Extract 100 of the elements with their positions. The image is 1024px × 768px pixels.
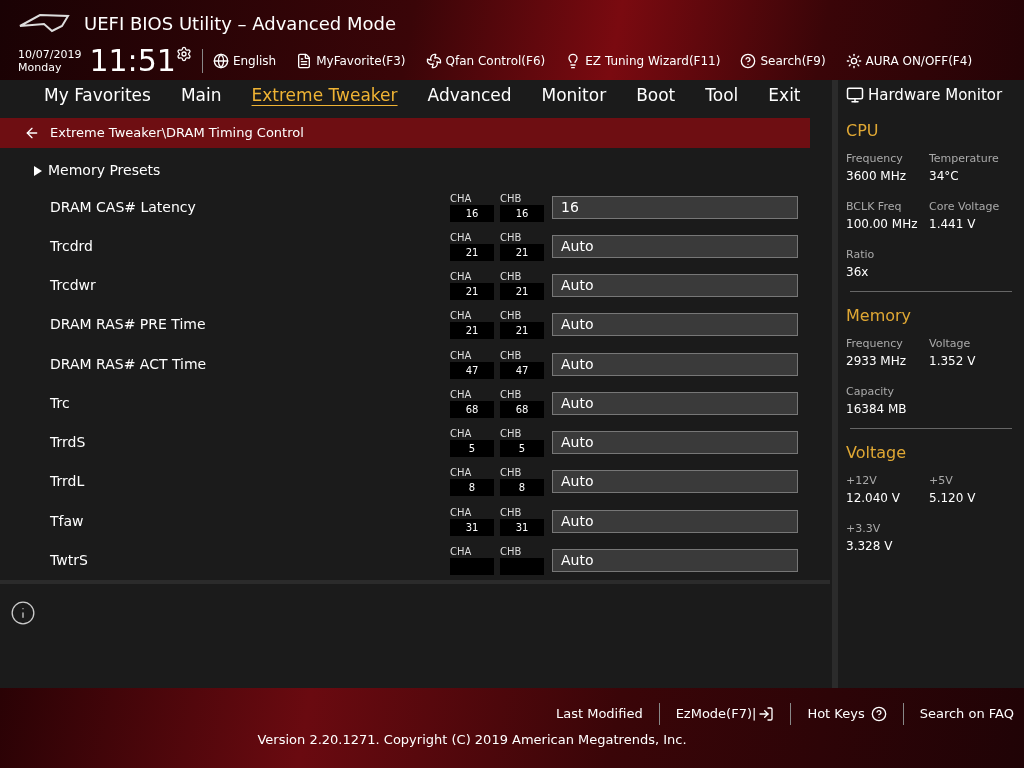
- setting-label[interactable]: DRAM RAS# PRE Time: [50, 314, 450, 336]
- chevron-icon: [34, 165, 42, 176]
- setting-label[interactable]: Tfaw: [50, 510, 450, 532]
- channel-label: CHA: [450, 388, 473, 401]
- channel-label: CHA: [450, 349, 473, 362]
- channel-value: 5: [450, 440, 494, 458]
- value-field[interactable]: Auto: [552, 274, 798, 298]
- setting-label[interactable]: DRAM RAS# ACT Time: [50, 353, 450, 375]
- stat-value: 3.328 V: [846, 537, 894, 555]
- channel-value: 5: [500, 440, 544, 458]
- toolbar-button[interactable]: English: [212, 52, 277, 70]
- stat-label: Voltage: [929, 335, 972, 352]
- footer-link[interactable]: Hot Keys: [807, 704, 887, 724]
- channel-label: CHB: [500, 310, 523, 323]
- footer-link[interactable]: Last Modified: [555, 704, 643, 724]
- channel-label: CHA: [450, 271, 473, 284]
- channel-value: 21: [500, 322, 544, 340]
- channel-value: 47: [450, 361, 494, 379]
- setting-label[interactable]: DRAM CAS# Latency: [50, 196, 450, 218]
- channel-label: CHA: [450, 310, 473, 323]
- channel-label: CHB: [500, 428, 523, 441]
- breadcrumb-text: Extreme Tweaker\DRAM Timing Control: [50, 124, 304, 143]
- toolbar-button[interactable]: Qfan Control(F6): [425, 52, 546, 70]
- clock-text: 11:51: [89, 46, 176, 76]
- toolbar-button[interactable]: Search(F9): [740, 52, 826, 70]
- channel-label: CHA: [450, 231, 473, 244]
- fan-icon: [425, 53, 442, 69]
- channel-label: CHB: [500, 271, 523, 284]
- setting-label[interactable]: TwtrS: [50, 549, 450, 571]
- value-field[interactable]: Auto: [552, 431, 798, 455]
- footer-link[interactable]: EzMode(F7)|: [675, 704, 775, 724]
- menu-tab[interactable]: Extreme Tweaker: [251, 83, 398, 109]
- date-text: 10/07/2019: [18, 48, 82, 61]
- info-icon: [10, 600, 36, 626]
- stat-label: Core Voltage: [929, 198, 1001, 215]
- channel-value: 21: [500, 283, 544, 301]
- back-icon[interactable]: [24, 125, 40, 141]
- setting-label[interactable]: TrrdS: [50, 432, 450, 454]
- stat-value: 1.441 V: [929, 215, 977, 233]
- value-field[interactable]: Auto: [552, 234, 798, 258]
- toolbar-button[interactable]: EZ Tuning Wizard(F11): [565, 52, 721, 70]
- stat-label: Temperature: [929, 150, 1000, 167]
- value-field[interactable]: Auto: [552, 470, 798, 494]
- globe-icon: [212, 53, 229, 69]
- settings-icon[interactable]: [175, 46, 192, 62]
- menu-tab[interactable]: Boot: [636, 83, 676, 109]
- channel-value: 31: [450, 518, 494, 536]
- value-field[interactable]: 16: [552, 195, 798, 219]
- submenu-item[interactable]: Memory Presets: [48, 160, 161, 182]
- value-field[interactable]: Auto: [552, 548, 798, 572]
- channel-label: CHA: [450, 467, 473, 480]
- value-field[interactable]: Auto: [552, 509, 798, 533]
- menu-tab[interactable]: My Favorites: [44, 83, 151, 109]
- footer-link[interactable]: Search on FAQ: [919, 704, 1014, 724]
- value-field[interactable]: Auto: [552, 313, 798, 337]
- stat-label: +3.3V: [846, 520, 882, 537]
- value-field[interactable]: Auto: [552, 352, 798, 376]
- channel-value: 68: [500, 400, 544, 418]
- channel-label: CHB: [500, 192, 523, 205]
- stat-value: 34°C: [929, 167, 960, 185]
- copyright-text: Version 2.20.1271. Copyright (C) 2019 American Megatrends, Inc.: [257, 731, 687, 749]
- setting-label[interactable]: Trc: [50, 392, 450, 414]
- stat-label: Ratio: [846, 246, 876, 263]
- setting-label[interactable]: Trcdwr: [50, 275, 450, 297]
- panel-title: Hardware Monitor: [868, 85, 1003, 106]
- monitor-icon: [846, 86, 864, 105]
- exit-icon: [758, 706, 775, 722]
- toolbar-button[interactable]: MyFavorite(F3): [296, 52, 406, 70]
- menu-tab[interactable]: Exit: [768, 83, 801, 109]
- window-title: UEFI BIOS Utility – Advanced Mode: [84, 11, 396, 36]
- channel-value: 21: [500, 243, 544, 261]
- channel-value: 21: [450, 243, 494, 261]
- channel-value: 21: [450, 322, 494, 340]
- channel-label: CHB: [500, 231, 523, 244]
- day-text: Monday: [18, 61, 63, 74]
- channel-value: [500, 557, 544, 575]
- menu-tab[interactable]: Advanced: [427, 83, 512, 109]
- channel-value: 47: [500, 361, 544, 379]
- section-title: CPU: [846, 119, 880, 142]
- channel-label: CHB: [500, 545, 523, 558]
- channel-value: 16: [450, 204, 494, 222]
- setting-label[interactable]: Trcdrd: [50, 235, 450, 257]
- logo-icon: [18, 12, 70, 34]
- stat-value: 36x: [846, 263, 870, 281]
- menu-tab[interactable]: Monitor: [541, 83, 607, 109]
- channel-label: CHB: [500, 467, 523, 480]
- setting-label[interactable]: TrrdL: [50, 471, 450, 493]
- toolbar-button[interactable]: AURA ON/OFF(F4): [845, 52, 973, 70]
- channel-label: CHB: [500, 506, 523, 519]
- menu-tab[interactable]: Tool: [705, 83, 739, 109]
- menu-tab[interactable]: Main: [180, 83, 222, 109]
- channel-label: CHB: [500, 388, 523, 401]
- channel-value: 31: [500, 518, 544, 536]
- question-icon: [740, 53, 757, 69]
- channel-label: CHA: [450, 428, 473, 441]
- value-field[interactable]: Auto: [552, 391, 798, 415]
- stat-value: 100.00 MHz: [846, 215, 919, 233]
- stat-label: +12V: [846, 472, 878, 489]
- stat-label: Frequency: [846, 150, 904, 167]
- stat-value: 3600 MHz: [846, 167, 908, 185]
